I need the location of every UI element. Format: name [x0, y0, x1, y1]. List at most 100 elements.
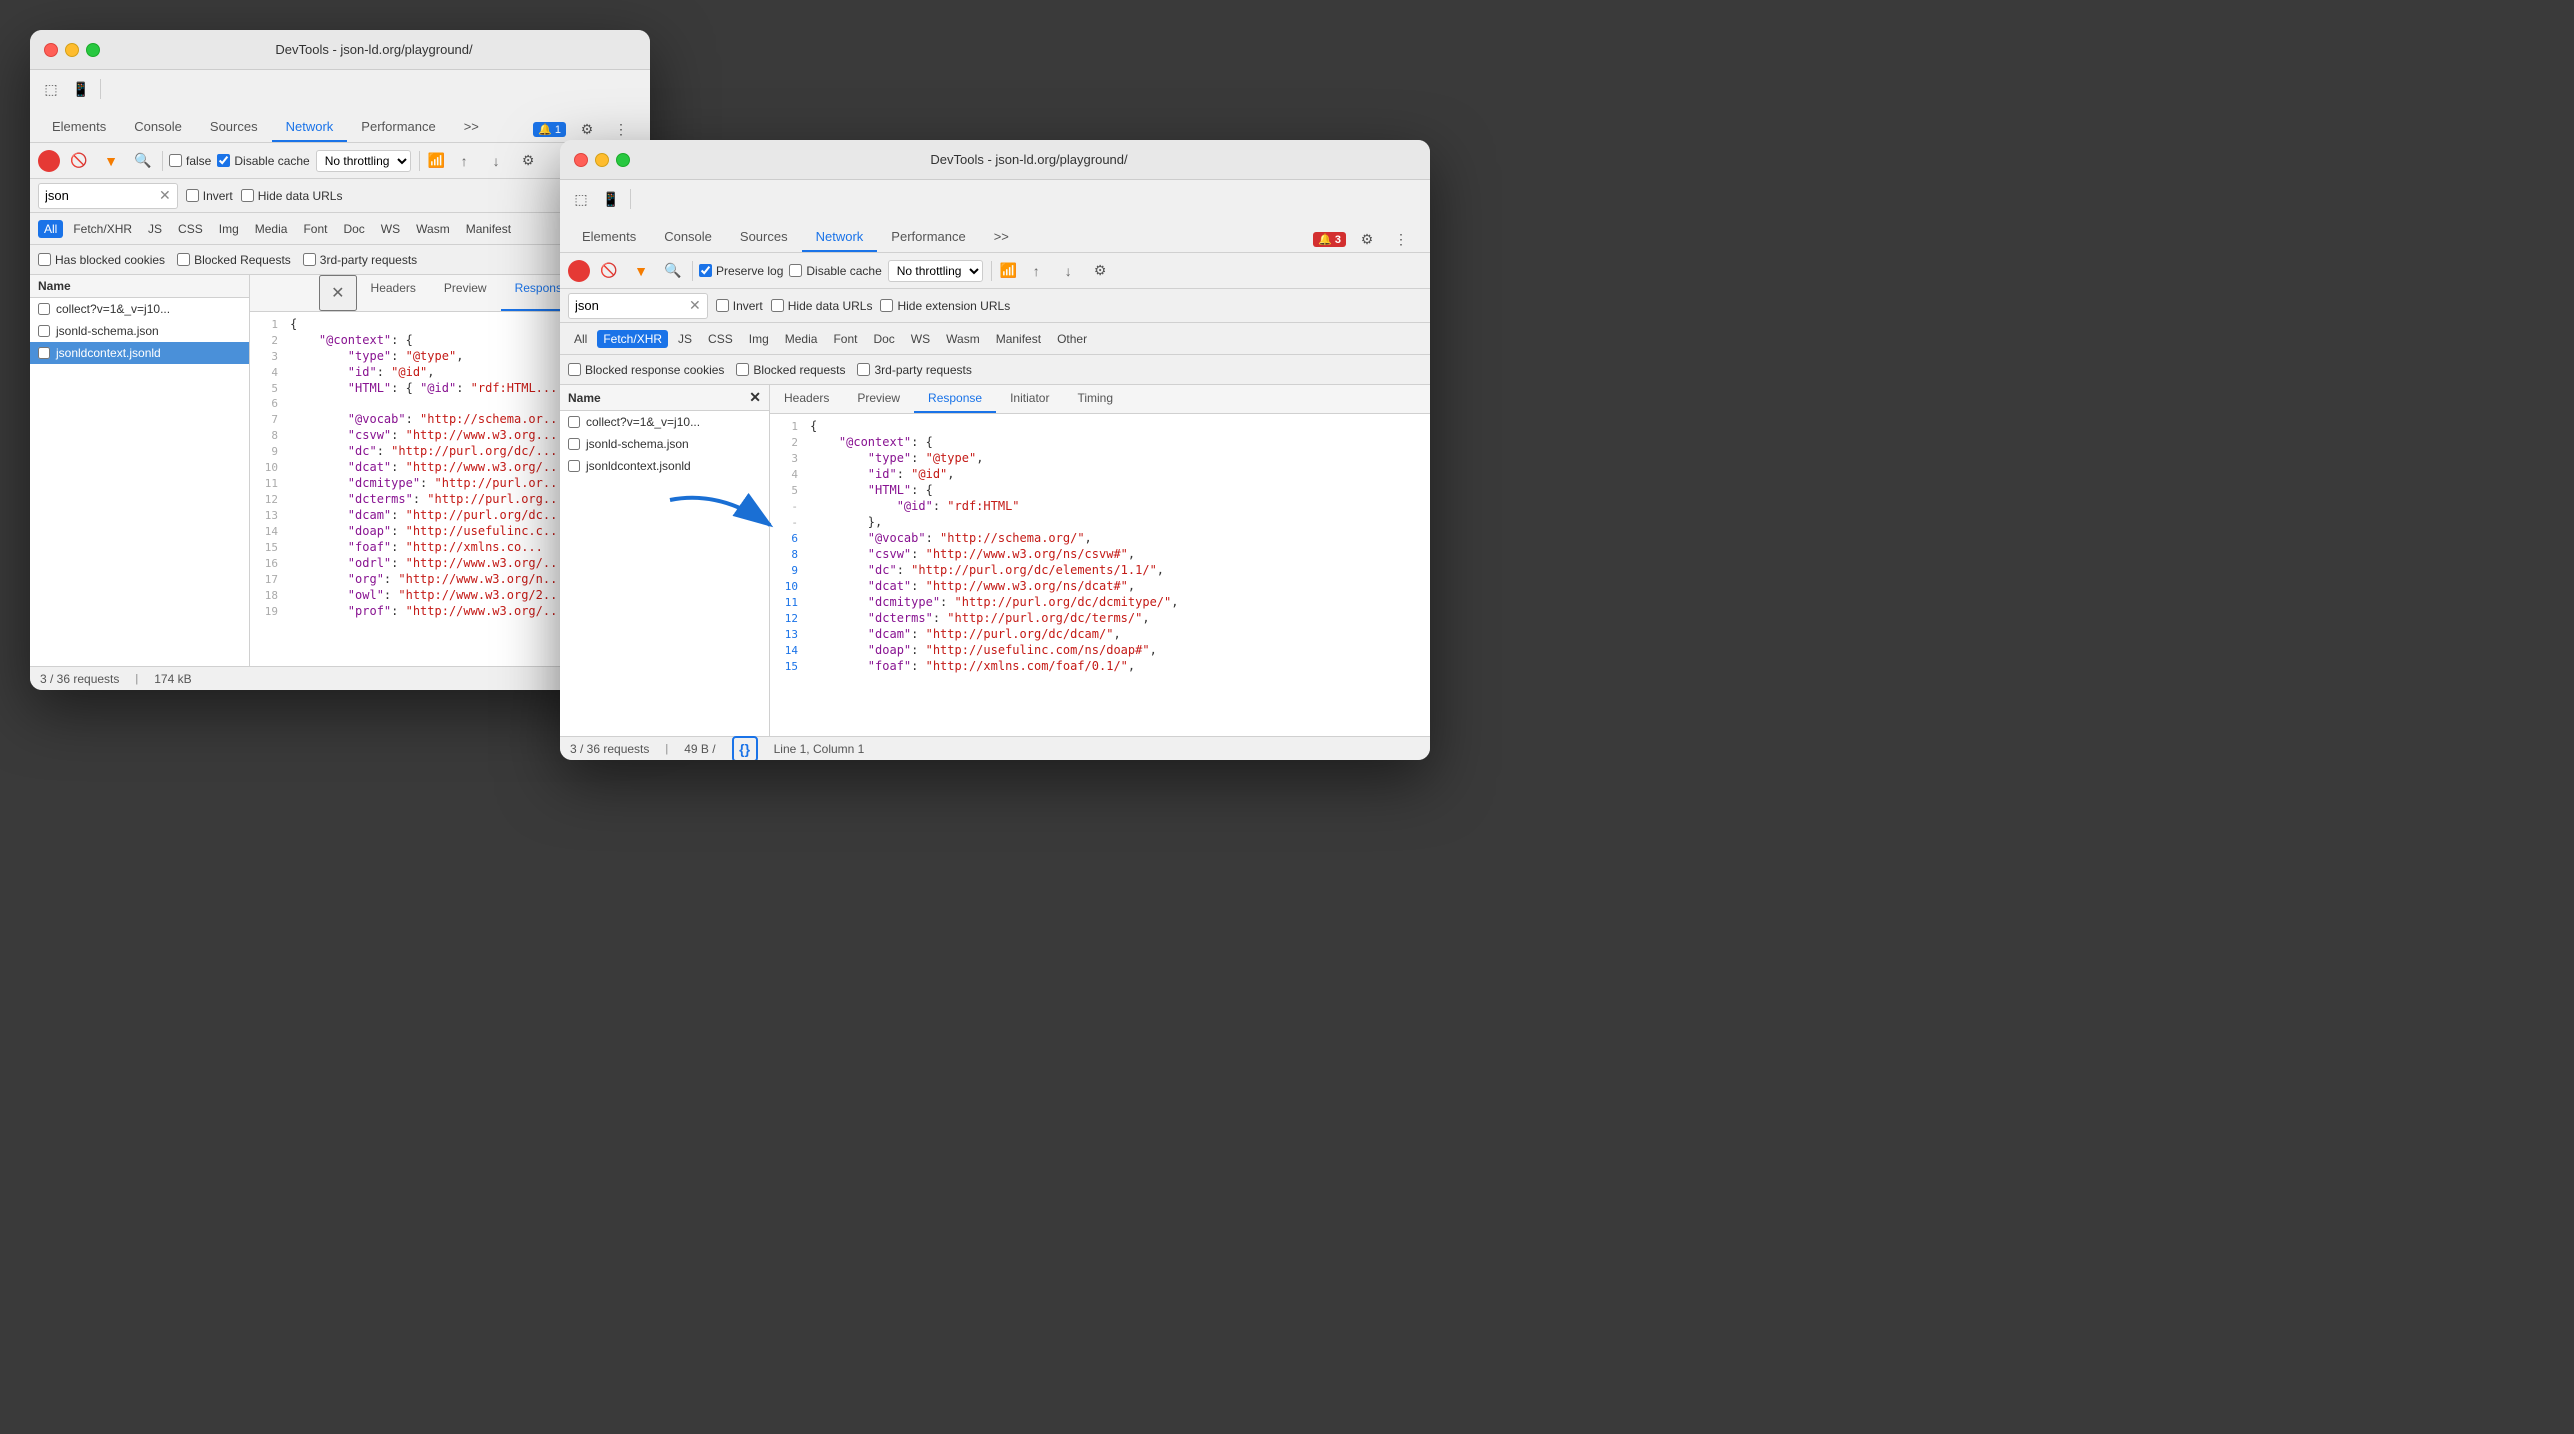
front-filter-css[interactable]: CSS — [702, 330, 739, 348]
front-search-box[interactable]: ✕ — [568, 293, 708, 319]
front-tab-elements[interactable]: Elements — [568, 223, 650, 252]
back-disable-cache-checkbox[interactable] — [217, 154, 230, 167]
back-filter-img[interactable]: Img — [213, 220, 245, 238]
front-gear-btn[interactable]: ⚙ — [1087, 258, 1113, 284]
front-file-list-close[interactable]: ✕ — [749, 389, 761, 406]
front-minimize-button[interactable] — [595, 153, 609, 167]
back-file-item-1[interactable]: jsonld-schema.json — [30, 320, 249, 342]
front-dtab-timing[interactable]: Timing — [1063, 385, 1127, 413]
front-filter-all[interactable]: All — [568, 330, 593, 348]
back-search-clear[interactable]: ✕ — [159, 187, 171, 204]
front-filter-manifest[interactable]: Manifest — [990, 330, 1047, 348]
back-record-btn[interactable] — [38, 150, 60, 172]
back-invert-label[interactable]: Invert — [186, 189, 233, 203]
back-file-item-2[interactable]: jsonldcontext.jsonld — [30, 342, 249, 364]
front-pretty-print-btn[interactable]: {} — [732, 736, 758, 761]
front-hide-data-urls-checkbox[interactable] — [771, 299, 784, 312]
back-dtab-headers[interactable]: Headers — [357, 275, 430, 311]
back-disable-cache-label[interactable]: Disable cache — [217, 154, 309, 168]
back-minimize-button[interactable] — [65, 43, 79, 57]
front-clear-btn[interactable]: 🚫 — [596, 258, 622, 284]
back-preserve-log-checkbox[interactable] — [169, 154, 182, 167]
back-blocked-requests[interactable]: Blocked Requests — [177, 253, 291, 267]
front-record-btn[interactable] — [568, 260, 590, 282]
back-tab-console[interactable]: Console — [120, 113, 196, 142]
front-blocked-requests[interactable]: Blocked requests — [736, 363, 845, 377]
front-filter-wasm[interactable]: Wasm — [940, 330, 986, 348]
back-search-box[interactable]: ✕ — [38, 183, 178, 209]
front-file-checkbox-0[interactable] — [568, 416, 580, 428]
front-dtab-preview[interactable]: Preview — [843, 385, 914, 413]
front-filter-fetch[interactable]: Fetch/XHR — [597, 330, 668, 348]
back-filter-css[interactable]: CSS — [172, 220, 209, 238]
back-device-icon[interactable]: 📱 — [68, 76, 94, 102]
front-throttling-select[interactable]: No throttling — [888, 260, 983, 282]
front-settings-btn[interactable]: ⚙ — [1354, 226, 1380, 252]
back-filter-wasm[interactable]: Wasm — [410, 220, 456, 238]
front-filter-js[interactable]: JS — [672, 330, 698, 348]
front-tab-network[interactable]: Network — [802, 223, 878, 252]
back-tab-performance[interactable]: Performance — [347, 113, 449, 142]
back-blocked-cookies-checkbox[interactable] — [38, 253, 51, 266]
back-blocked-requests-checkbox[interactable] — [177, 253, 190, 266]
front-dtab-response[interactable]: Response — [914, 385, 996, 413]
back-filter-doc[interactable]: Doc — [337, 220, 370, 238]
back-has-blocked-cookies[interactable]: Has blocked cookies — [38, 253, 165, 267]
front-filter-btn[interactable]: ▼ — [628, 258, 654, 284]
front-dtab-initiator[interactable]: Initiator — [996, 385, 1063, 413]
front-disable-cache-label[interactable]: Disable cache — [789, 264, 881, 278]
back-upload-btn[interactable]: ↑ — [451, 148, 477, 174]
back-file-checkbox-2[interactable] — [38, 347, 50, 359]
front-disable-cache-checkbox[interactable] — [789, 264, 802, 277]
front-dtab-headers[interactable]: Headers — [770, 385, 843, 413]
front-blocked-requests-checkbox[interactable] — [736, 363, 749, 376]
back-preserve-log-label[interactable]: false — [169, 154, 211, 168]
back-more-btn[interactable]: ⋮ — [608, 116, 634, 142]
front-file-checkbox-2[interactable] — [568, 460, 580, 472]
back-third-party-checkbox[interactable] — [303, 253, 316, 266]
back-filter-font[interactable]: Font — [297, 220, 333, 238]
back-filter-js[interactable]: JS — [142, 220, 168, 238]
back-file-checkbox-0[interactable] — [38, 303, 50, 315]
front-search-clear[interactable]: ✕ — [689, 297, 701, 314]
back-filter-btn[interactable]: ▼ — [98, 148, 124, 174]
front-tab-console[interactable]: Console — [650, 223, 726, 252]
front-tab-performance[interactable]: Performance — [877, 223, 979, 252]
front-filter-img[interactable]: Img — [743, 330, 775, 348]
front-blocked-response-cookies[interactable]: Blocked response cookies — [568, 363, 724, 377]
front-file-item-0[interactable]: collect?v=1&_v=j10... — [560, 411, 769, 433]
back-hide-data-urls-checkbox[interactable] — [241, 189, 254, 202]
front-tab-sources[interactable]: Sources — [726, 223, 802, 252]
back-filter-all[interactable]: All — [38, 220, 63, 238]
front-filter-other[interactable]: Other — [1051, 330, 1093, 348]
front-tab-more[interactable]: >> — [980, 223, 1023, 252]
front-upload-btn[interactable]: ↑ — [1023, 258, 1049, 284]
back-inspect-icon[interactable]: ⬚ — [38, 76, 64, 102]
front-hide-data-urls-label[interactable]: Hide data URLs — [771, 299, 873, 313]
front-blocked-response-cookies-checkbox[interactable] — [568, 363, 581, 376]
back-detail-close[interactable]: ✕ — [319, 275, 356, 311]
front-invert-label[interactable]: Invert — [716, 299, 763, 313]
back-clear-btn[interactable]: 🚫 — [66, 148, 92, 174]
front-filter-font[interactable]: Font — [827, 330, 863, 348]
back-tab-elements[interactable]: Elements — [38, 113, 120, 142]
back-close-button[interactable] — [44, 43, 58, 57]
back-settings-btn[interactable]: ⚙ — [574, 116, 600, 142]
back-tab-sources[interactable]: Sources — [196, 113, 272, 142]
front-file-item-2[interactable]: jsonldcontext.jsonld — [560, 455, 769, 477]
front-download-btn[interactable]: ↓ — [1055, 258, 1081, 284]
front-third-party[interactable]: 3rd-party requests — [857, 363, 971, 377]
back-search-btn[interactable]: 🔍 — [130, 148, 156, 174]
back-filter-media[interactable]: Media — [249, 220, 294, 238]
front-filter-doc[interactable]: Doc — [867, 330, 900, 348]
back-tab-more[interactable]: >> — [450, 113, 493, 142]
back-invert-checkbox[interactable] — [186, 189, 199, 202]
back-hide-data-urls-label[interactable]: Hide data URLs — [241, 189, 343, 203]
back-search-input[interactable] — [45, 188, 155, 203]
front-maximize-button[interactable] — [616, 153, 630, 167]
back-filter-manifest[interactable]: Manifest — [460, 220, 517, 238]
front-close-button[interactable] — [574, 153, 588, 167]
back-gear-btn[interactable]: ⚙ — [515, 148, 541, 174]
back-filter-ws[interactable]: WS — [375, 220, 406, 238]
front-device-icon[interactable]: 📱 — [598, 186, 624, 212]
